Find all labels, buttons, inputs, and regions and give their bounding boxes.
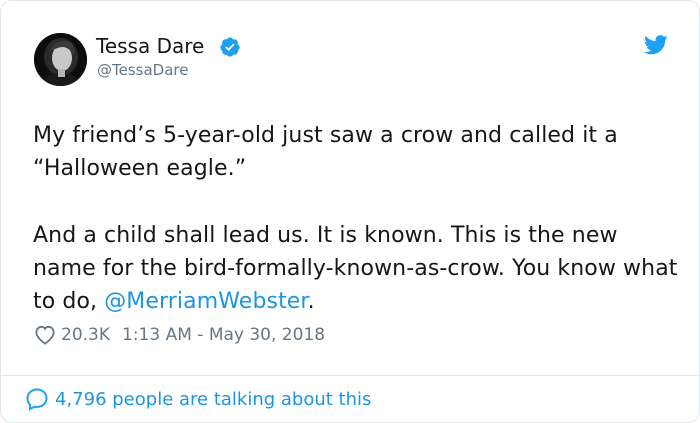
twitter-bird-icon[interactable]: [644, 35, 668, 55]
tweet-text: My friend’s 5-year-old just saw a crow a…: [33, 119, 683, 318]
talking-link[interactable]: 4,796 people are talking about this: [25, 387, 371, 411]
heart-icon[interactable]: [34, 325, 56, 345]
tweet-card: Tessa Dare @TessaDare My friend’s 5-year…: [0, 0, 700, 423]
tweet-paragraph-2: And a child shall lead us. It is known. …: [33, 219, 683, 318]
tweet-meta: 20.3K 1:13 AM - May 30, 2018: [34, 323, 325, 347]
author-handle[interactable]: @TessaDare: [97, 60, 188, 80]
mention-link[interactable]: @MerriamWebster: [104, 289, 307, 314]
avatar-photo: [34, 33, 87, 86]
timestamp[interactable]: 1:13 AM - May 30, 2018: [122, 325, 325, 345]
verified-badge-icon: [220, 37, 240, 57]
speech-bubble-icon: [26, 388, 48, 411]
tweet-paragraph-1: My friend’s 5-year-old just saw a crow a…: [33, 123, 618, 181]
talking-text[interactable]: 4,796 people are talking about this: [55, 389, 371, 410]
author-name[interactable]: Tessa Dare: [96, 33, 204, 59]
tweet-paragraph-2-end: .: [307, 289, 315, 314]
avatar[interactable]: [34, 33, 87, 86]
like-count[interactable]: 20.3K: [61, 325, 110, 345]
divider: [1, 375, 699, 376]
